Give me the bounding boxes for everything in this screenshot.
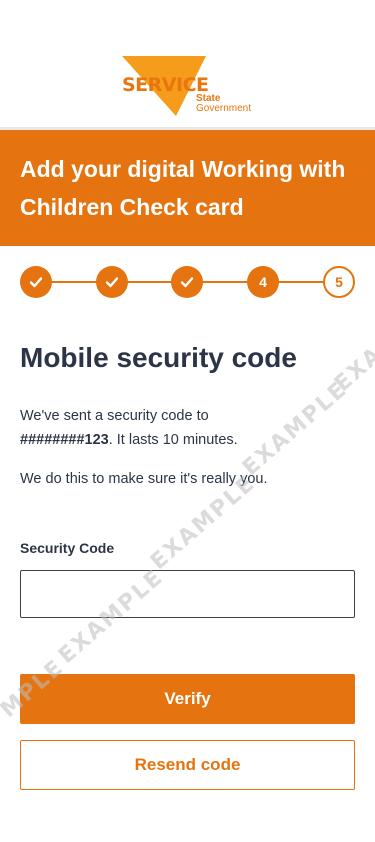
checkmark-icon [180,277,194,288]
step-1-complete [20,266,52,298]
progress-stepper: 4 5 [20,266,355,298]
sent-code-text: We've sent a security code to [20,408,209,424]
expiry-text: . It lasts 10 minutes. [108,432,238,448]
reason-message: We do this to make sure it's really you. [20,471,268,487]
resend-code-button[interactable]: Resend code [20,740,355,790]
page-title: Add your digital Working with Children C… [20,156,346,220]
checkmark-icon [105,277,119,288]
step-3-complete [171,266,203,298]
header: SERVICE State Government [0,0,375,130]
step-5-upcoming: 5 [323,266,355,298]
checkmark-icon [29,277,43,288]
title-banner: Add your digital Working with Children C… [0,130,375,246]
verify-button[interactable]: Verify [20,674,355,724]
page: SERVICE State Government Add your digita… [0,0,375,842]
security-code-label: Security Code [20,540,115,556]
service-victoria-logo: SERVICE State Government [118,52,268,122]
security-code-input[interactable] [20,570,355,618]
logo-government-line: Government [196,103,252,114]
section-heading: Mobile security code [20,342,297,373]
sent-code-message: We've sent a security code to ########12… [20,404,355,452]
step-2-complete [96,266,128,298]
masked-phone-number: ########123 [20,432,109,448]
step-4-current: 4 [247,266,279,298]
